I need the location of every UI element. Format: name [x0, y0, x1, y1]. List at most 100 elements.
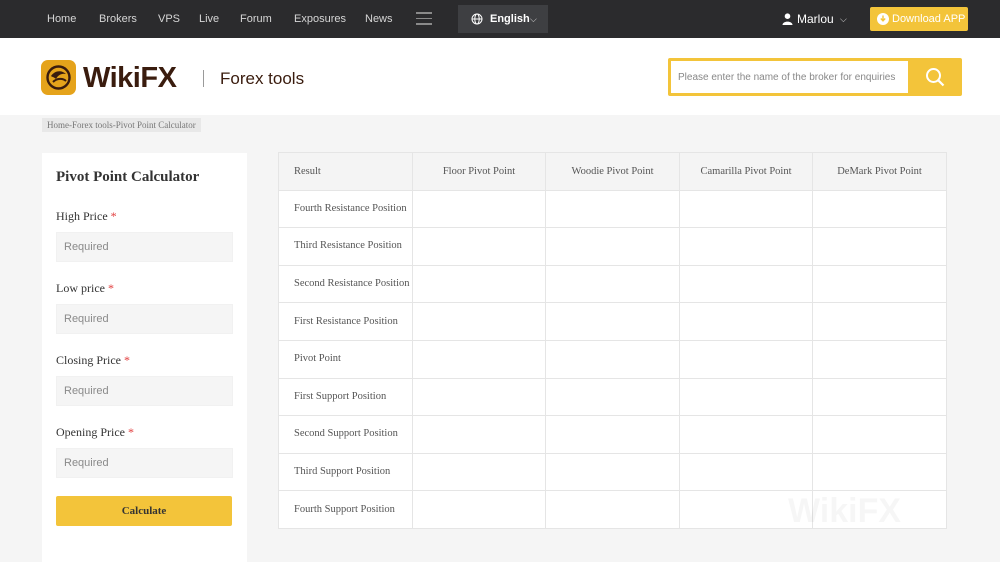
table-row: Second Support Position: [278, 415, 947, 454]
nav-live[interactable]: Live: [199, 0, 219, 38]
search-icon: [926, 68, 945, 87]
result-table: Result Floor Pivot Point Woodie Pivot Po…: [278, 152, 947, 529]
search-box: [668, 58, 962, 96]
table-cell: [812, 452, 947, 492]
language-selector[interactable]: English ⌵: [458, 5, 548, 33]
table-cell: [679, 302, 813, 341]
row-label: Fourth Resistance Position: [278, 189, 413, 229]
table-cell: [545, 264, 680, 304]
table-cell: [679, 264, 813, 304]
table-cell: [812, 302, 947, 341]
table-cell: [812, 227, 947, 266]
table-cell: [412, 189, 546, 229]
table-cell: [679, 339, 813, 379]
column-header-demark: DeMark Pivot Point: [812, 152, 947, 191]
wikifx-logo-icon[interactable]: [41, 60, 76, 95]
closing-price-input[interactable]: [56, 376, 233, 406]
table-cell: [812, 339, 947, 379]
opening-price-label: Opening Price *: [56, 425, 134, 439]
table-cell: [679, 227, 813, 266]
user-icon: [782, 13, 793, 25]
high-price-input[interactable]: [56, 232, 233, 262]
column-header-woodie: Woodie Pivot Point: [545, 152, 680, 191]
form-title: Pivot Point Calculator: [56, 169, 200, 185]
menu-icon[interactable]: [416, 12, 432, 26]
wikifx-watermark: WikiFX: [788, 492, 901, 531]
table-cell: [812, 377, 947, 417]
high-price-label: High Price *: [56, 209, 117, 223]
table-cell: [545, 189, 680, 229]
logo-text[interactable]: WikiFX: [83, 61, 177, 95]
table-cell: [545, 339, 680, 379]
row-label: Pivot Point: [278, 339, 413, 379]
row-label: Second Resistance Position: [278, 264, 413, 304]
required-mark: *: [124, 353, 130, 367]
table-header-row: Result Floor Pivot Point Woodie Pivot Po…: [278, 152, 947, 191]
table-cell: [679, 377, 813, 417]
site-header: WikiFX Forex tools: [0, 38, 1000, 115]
download-icon: [877, 13, 889, 25]
table-cell: [545, 227, 680, 266]
nav-forum[interactable]: Forum: [240, 0, 272, 38]
header-divider: [203, 70, 204, 87]
globe-icon: [471, 13, 483, 25]
download-app-button[interactable]: Download APP: [870, 7, 968, 31]
table-cell: [812, 264, 947, 304]
breadcrumb[interactable]: Home-Forex tools-Pivot Point Calculator: [42, 118, 201, 132]
calculator-form: Pivot Point Calculator High Price* Low p…: [42, 153, 247, 562]
table-row: Pivot Point: [278, 339, 947, 379]
row-label: Fourth Support Position: [278, 490, 413, 529]
low-price-label: Low price *: [56, 281, 114, 295]
page-section-title: Forex tools: [220, 69, 305, 88]
table-cell: [812, 189, 947, 229]
column-header-result: Result: [278, 152, 413, 191]
row-label: First Support Position: [278, 377, 413, 417]
closing-price-label: Closing Price *: [56, 353, 130, 367]
table-cell: [412, 227, 546, 266]
required-mark: *: [110, 209, 117, 223]
table-cell: [679, 452, 813, 492]
row-label: Third Support Position: [278, 452, 413, 492]
table-cell: [812, 415, 947, 454]
nav-home[interactable]: Home: [47, 0, 76, 38]
table-row: Third Support Position: [278, 452, 947, 492]
language-label: English: [490, 13, 530, 25]
row-label: Second Support Position: [278, 415, 413, 454]
table-row: First Resistance Position: [278, 302, 947, 341]
row-label: First Resistance Position: [278, 302, 413, 341]
search-input[interactable]: [671, 61, 908, 93]
nav-exposures[interactable]: Exposures: [294, 0, 346, 38]
table-row: Fourth Resistance Position: [278, 189, 947, 229]
table-cell: [679, 415, 813, 454]
opening-price-input[interactable]: [56, 448, 233, 478]
table-cell: [545, 452, 680, 492]
search-button[interactable]: [908, 58, 962, 96]
table-cell: [412, 490, 546, 529]
top-nav-bar: Home Brokers VPS Live Forum Exposures Ne…: [0, 0, 1000, 38]
download-app-label: Download APP: [892, 13, 966, 25]
nav-vps[interactable]: VPS: [158, 0, 180, 38]
required-mark: *: [127, 425, 134, 439]
table-cell: [679, 189, 813, 229]
table-cell: [545, 490, 680, 529]
required-mark: *: [107, 281, 114, 295]
table-cell: [412, 452, 546, 492]
column-header-floor: Floor Pivot Point: [412, 152, 546, 191]
table-cell: [545, 415, 680, 454]
calculate-button[interactable]: Calculate: [56, 496, 232, 526]
table-cell: [412, 415, 546, 454]
table-cell: [545, 302, 680, 341]
nav-news[interactable]: News: [365, 0, 393, 38]
row-label: Third Resistance Position: [278, 227, 413, 266]
table-cell: [545, 377, 680, 417]
user-name: Marlou: [797, 12, 834, 26]
table-cell: [412, 339, 546, 379]
table-row: Second Resistance Position: [278, 264, 947, 304]
nav-brokers[interactable]: Brokers: [99, 0, 137, 38]
column-header-camarilla: Camarilla Pivot Point: [679, 152, 813, 191]
low-price-input[interactable]: [56, 304, 233, 334]
table-row: First Support Position: [278, 377, 947, 417]
table-cell: [412, 377, 546, 417]
table-row: Third Resistance Position: [278, 227, 947, 266]
table-cell: [412, 264, 546, 304]
